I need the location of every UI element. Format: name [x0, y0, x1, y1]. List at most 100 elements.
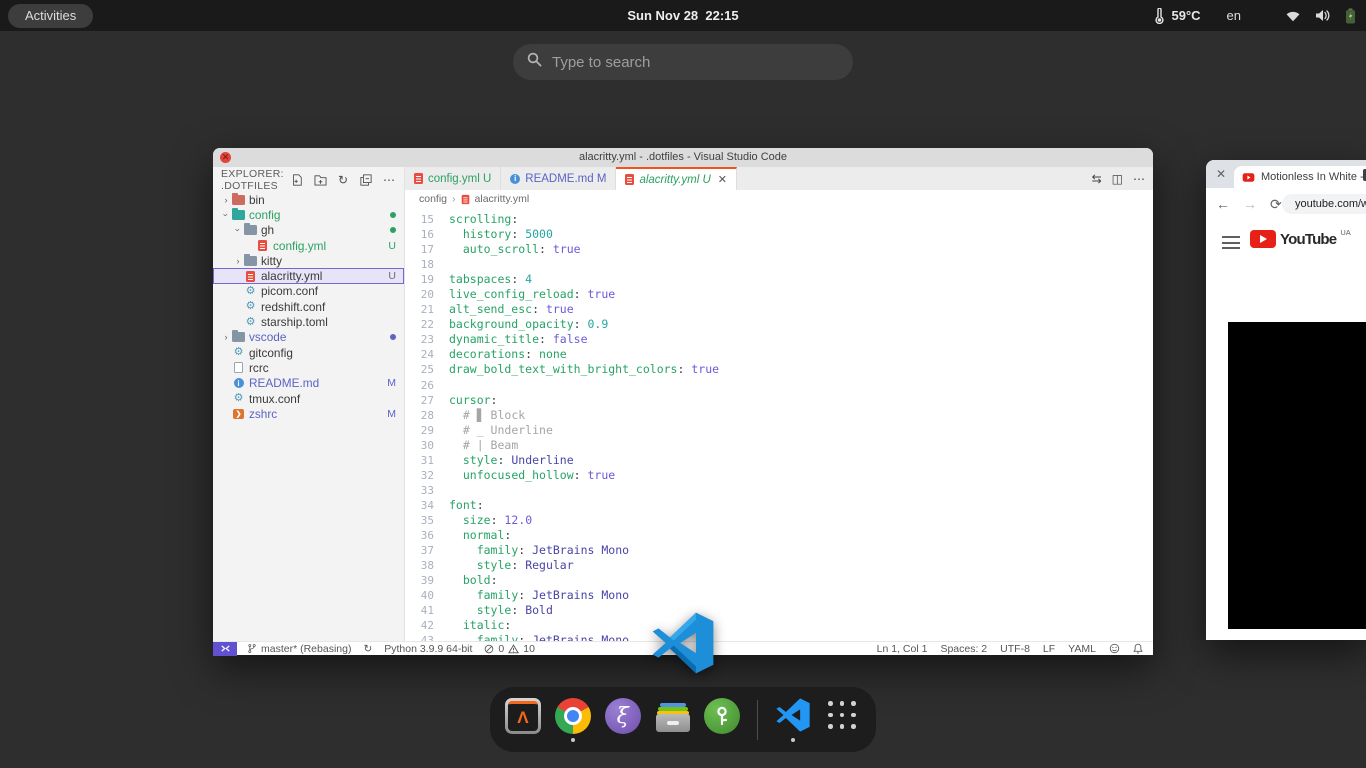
code-line-36[interactable]: 36 normal: — [405, 528, 1153, 543]
tree-item-redshift-conf[interactable]: ⚙redshift.conf — [213, 299, 404, 314]
code-line-27[interactable]: 27cursor: — [405, 393, 1153, 408]
remote-indicator[interactable] — [213, 642, 237, 656]
tree-item-starship-toml[interactable]: ⚙starship.toml — [213, 314, 404, 329]
tree-item-config[interactable]: ›config — [213, 207, 404, 222]
chrome-active-tab[interactable]: Motionless In White - / — [1234, 166, 1366, 188]
forward-icon[interactable]: → — [1243, 197, 1257, 211]
dock-item-chrome[interactable] — [554, 696, 592, 743]
tree-item-rcrc[interactable]: rcrc — [213, 360, 404, 375]
search-bar[interactable] — [513, 44, 853, 80]
menu-hamburger-icon[interactable] — [1222, 236, 1240, 249]
editor-tab-README-md[interactable]: iREADME.md M — [501, 167, 616, 190]
video-player[interactable] — [1228, 322, 1366, 629]
open-changes-icon[interactable]: ⇆ — [1092, 172, 1102, 186]
code-line-19[interactable]: 19tabspaces: 4 — [405, 272, 1153, 287]
breadcrumb-file[interactable]: alacritty.yml — [475, 193, 530, 205]
volume-icon[interactable] — [1315, 9, 1331, 22]
code-line-35[interactable]: 35 size: 12.0 — [405, 513, 1153, 528]
code-line-41[interactable]: 41 style: Bold — [405, 603, 1153, 618]
code-line-37[interactable]: 37 family: JetBrains Mono — [405, 543, 1153, 558]
git-branch-status[interactable]: master* (Rebasing) — [247, 643, 351, 655]
problems-status[interactable]: 0 10 — [484, 643, 535, 655]
activities-button[interactable]: Activities — [8, 4, 93, 28]
tree-item-gitconfig[interactable]: ⚙gitconfig — [213, 345, 404, 360]
code-line-16[interactable]: 16 history: 5000 — [405, 227, 1153, 242]
editor-tab-config-yml[interactable]: config.yml U — [405, 167, 501, 190]
back-icon[interactable]: ← — [1216, 197, 1230, 211]
python-interpreter-status[interactable]: Python 3.9.9 64-bit — [384, 643, 472, 655]
tab-close-icon[interactable]: ✕ — [1216, 167, 1226, 181]
encoding-status[interactable]: UTF-8 — [1000, 643, 1030, 655]
code-line-15[interactable]: 15scrolling: — [405, 212, 1153, 227]
tree-item-tmux-conf[interactable]: ⚙tmux.conf — [213, 391, 404, 406]
code-line-21[interactable]: 21alt_send_esc: true — [405, 302, 1153, 317]
code-line-20[interactable]: 20live_config_reload: true — [405, 287, 1153, 302]
sync-icon[interactable]: ↻ — [363, 643, 372, 655]
code-line-23[interactable]: 23dynamic_title: false — [405, 332, 1153, 347]
code-line-28[interactable]: 28 # ▋ Block — [405, 408, 1153, 423]
breadcrumb-folder[interactable]: config — [419, 193, 447, 205]
code-line-43[interactable]: 43 family: JetBrains Mono — [405, 633, 1153, 641]
youtube-logo[interactable]: YouTube UA — [1250, 230, 1351, 248]
tree-item-kitty[interactable]: ›kitty — [213, 253, 404, 268]
code-line-32[interactable]: 32 unfocused_hollow: true — [405, 468, 1153, 483]
address-bar[interactable]: youtube.com/wa — [1282, 194, 1366, 214]
gear-icon: ⚙ — [246, 286, 256, 297]
reload-icon[interactable]: ⟳ — [1270, 197, 1282, 211]
indentation-status[interactable]: Spaces: 2 — [940, 643, 987, 655]
wifi-icon[interactable] — [1285, 10, 1301, 22]
code-line-38[interactable]: 38 style: Regular — [405, 558, 1153, 573]
tree-item-zshrc[interactable]: ❯zshrcM — [213, 406, 404, 421]
dock-item-vscode[interactable] — [774, 696, 812, 743]
more-actions-icon[interactable]: ⋯ — [382, 173, 396, 187]
dock-item-app-grid[interactable] — [824, 696, 862, 743]
vscode-titlebar[interactable]: ✕ alacritty.yml - .dotfiles - Visual Stu… — [213, 148, 1153, 167]
keyboard-layout-indicator[interactable]: en — [1227, 8, 1241, 23]
editor-tab-alacritty-yml[interactable]: alacritty.yml U✕ — [616, 167, 737, 190]
tree-item-label: starship.toml — [261, 315, 404, 329]
code-line-17[interactable]: 17 auto_scroll: true — [405, 242, 1153, 257]
tree-item-alacritty-yml[interactable]: alacritty.ymlU — [213, 268, 404, 283]
code-line-33[interactable]: 33 — [405, 483, 1153, 498]
split-editor-icon[interactable]: ◫ — [1112, 172, 1123, 186]
feedback-icon[interactable] — [1109, 643, 1120, 654]
new-file-icon[interactable] — [290, 173, 304, 187]
search-input[interactable] — [552, 54, 832, 71]
code-line-18[interactable]: 18 — [405, 257, 1153, 272]
dock-item-keepassxc[interactable] — [703, 696, 741, 743]
collapse-folders-icon[interactable] — [359, 173, 373, 187]
editor-more-actions-icon[interactable]: ⋯ — [1133, 172, 1145, 186]
refresh-icon[interactable]: ↻ — [336, 173, 350, 187]
clock[interactable]: Sun Nov 28 22:15 — [627, 0, 738, 31]
code-line-39[interactable]: 39 bold: — [405, 573, 1153, 588]
dock-item-alacritty[interactable]: Λ — [504, 696, 542, 743]
dock-item-emacs[interactable]: ξ — [604, 696, 642, 743]
code-line-40[interactable]: 40 family: JetBrains Mono — [405, 588, 1153, 603]
temperature-indicator[interactable]: 59°C — [1171, 8, 1200, 23]
code-line-26[interactable]: 26 — [405, 378, 1153, 393]
tree-item-bin[interactable]: ›bin — [213, 192, 404, 207]
code-line-42[interactable]: 42 italic: — [405, 618, 1153, 633]
tree-item-config-yml[interactable]: config.ymlU — [213, 238, 404, 253]
notifications-bell-icon[interactable] — [1133, 643, 1143, 654]
tree-item-vscode[interactable]: ›vscode — [213, 330, 404, 345]
tree-item-gh[interactable]: ›gh — [213, 223, 404, 238]
code-editor[interactable]: 15scrolling:16 history: 500017 auto_scro… — [405, 208, 1153, 641]
eol-status[interactable]: LF — [1043, 643, 1055, 655]
new-folder-icon[interactable] — [313, 173, 327, 187]
cursor-position-status[interactable]: Ln 1, Col 1 — [877, 643, 928, 655]
tree-item-README-md[interactable]: iREADME.mdM — [213, 376, 404, 391]
code-line-30[interactable]: 30 # | Beam — [405, 438, 1153, 453]
code-line-24[interactable]: 24decorations: none — [405, 347, 1153, 362]
language-mode-status[interactable]: YAML — [1068, 643, 1096, 655]
code-line-29[interactable]: 29 # _ Underline — [405, 423, 1153, 438]
tab-close-icon[interactable]: ✕ — [718, 173, 727, 186]
tree-item-picom-conf[interactable]: ⚙picom.conf — [213, 284, 404, 299]
code-line-34[interactable]: 34font: — [405, 498, 1153, 513]
youtube-country-badge: UA — [1340, 228, 1350, 237]
code-line-31[interactable]: 31 style: Underline — [405, 453, 1153, 468]
code-line-25[interactable]: 25draw_bold_text_with_bright_colors: tru… — [405, 362, 1153, 377]
code-line-22[interactable]: 22background_opacity: 0.9 — [405, 317, 1153, 332]
battery-icon[interactable] — [1345, 8, 1356, 24]
dock-item-files[interactable] — [654, 696, 692, 743]
